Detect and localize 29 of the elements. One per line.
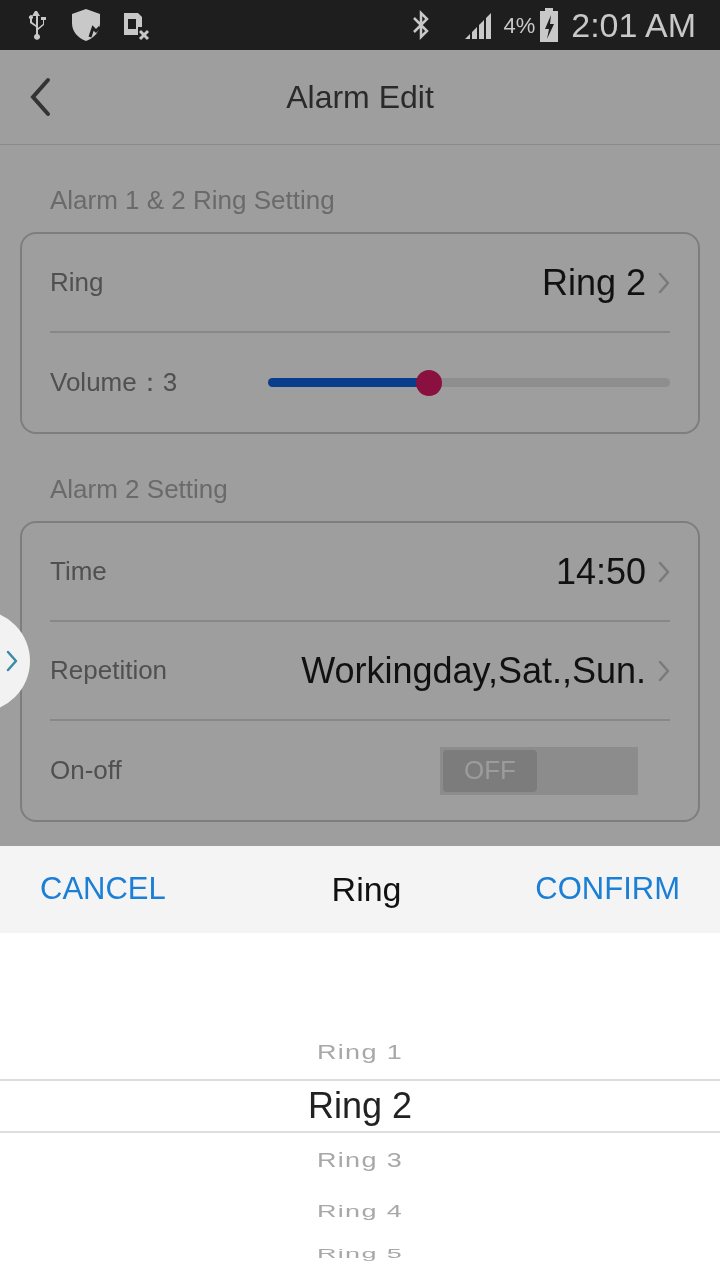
back-icon[interactable]: [28, 77, 52, 117]
row-label: Time: [50, 555, 107, 588]
battery-charging-icon: [539, 7, 560, 43]
chevron-right-icon: [658, 270, 670, 295]
sheet-title: Ring: [330, 869, 402, 910]
cancel-button[interactable]: CANCEL: [40, 866, 166, 913]
page-title: Alarm Edit: [286, 78, 434, 117]
row-label: On-off: [50, 754, 122, 787]
row-label: Repetition: [50, 654, 168, 687]
ring-option[interactable]: Ring 4: [0, 1187, 720, 1235]
confirm-button[interactable]: CONFIRM: [535, 866, 680, 913]
ring-option[interactable]: Ring 3: [0, 1133, 720, 1187]
row-value: 14:50: [555, 549, 646, 594]
row-label: Ring: [50, 266, 104, 299]
row-value: Ring 2: [541, 260, 646, 305]
clock: 2:01 AM: [571, 4, 696, 46]
ring-option[interactable]: Ring 1: [0, 1025, 720, 1079]
slider-thumb[interactable]: [415, 369, 442, 396]
battery-percent: 4%: [503, 11, 536, 40]
ring-option[interactable]: Ring 2: [0, 1079, 720, 1133]
ring-option[interactable]: Ring 5: [0, 1235, 720, 1273]
chevron-right-icon: [658, 559, 670, 584]
row-value: Workingday,Sat.,Sun.: [301, 648, 646, 693]
row-label: Volume：3: [50, 366, 179, 399]
volume-slider[interactable]: [268, 369, 670, 396]
setting-row[interactable]: Time 14:50: [50, 523, 670, 622]
chevron-right-icon: [658, 658, 670, 683]
setting-row[interactable]: Ring Ring 2: [50, 234, 670, 333]
setting-row[interactable]: Repetition Workingday,Sat.,Sun.: [50, 622, 670, 721]
